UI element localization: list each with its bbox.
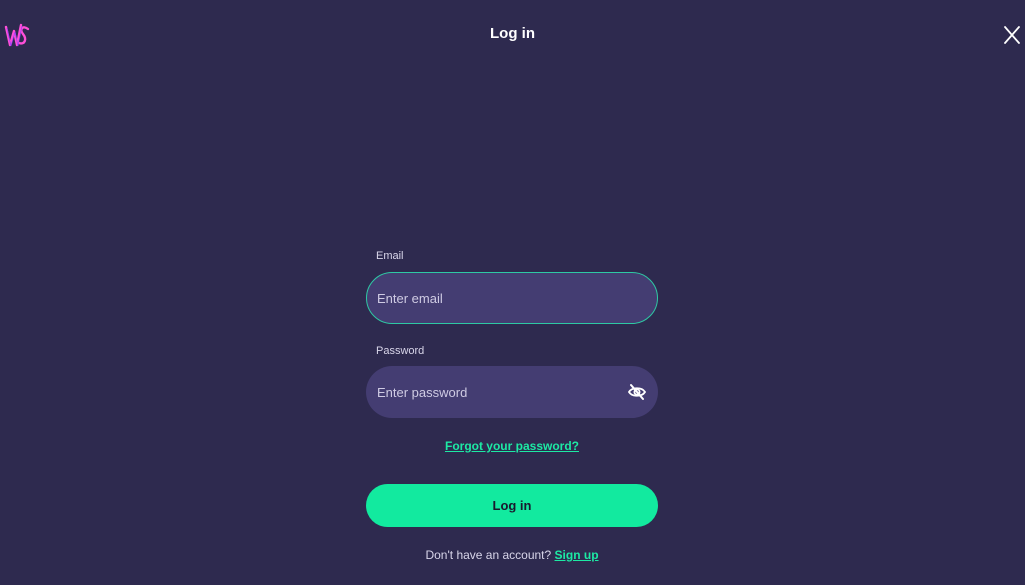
login-button[interactable]: Log in (366, 484, 658, 527)
forgot-password-link[interactable]: Forgot your password? (366, 439, 658, 453)
signup-link[interactable]: Sign up (555, 548, 599, 562)
page-title: Log in (490, 25, 535, 42)
email-label: Email (376, 250, 404, 262)
signup-prompt: Don't have an account? (425, 548, 552, 562)
email-field-wrap (366, 272, 658, 324)
signup-row: Don't have an account? Sign up (366, 548, 658, 562)
password-field[interactable] (366, 366, 658, 418)
email-field[interactable] (366, 272, 658, 324)
login-form: Email Password Forgot your password? Log… (366, 250, 658, 562)
password-visibility-toggle[interactable] (627, 382, 647, 402)
login-page: Log in Email Password Forgot your passwo… (0, 0, 1025, 585)
close-icon (1004, 26, 1020, 44)
password-label: Password (376, 345, 425, 357)
close-button[interactable] (1002, 23, 1022, 47)
eye-slash-icon (627, 384, 647, 400)
password-field-wrap (366, 366, 658, 418)
